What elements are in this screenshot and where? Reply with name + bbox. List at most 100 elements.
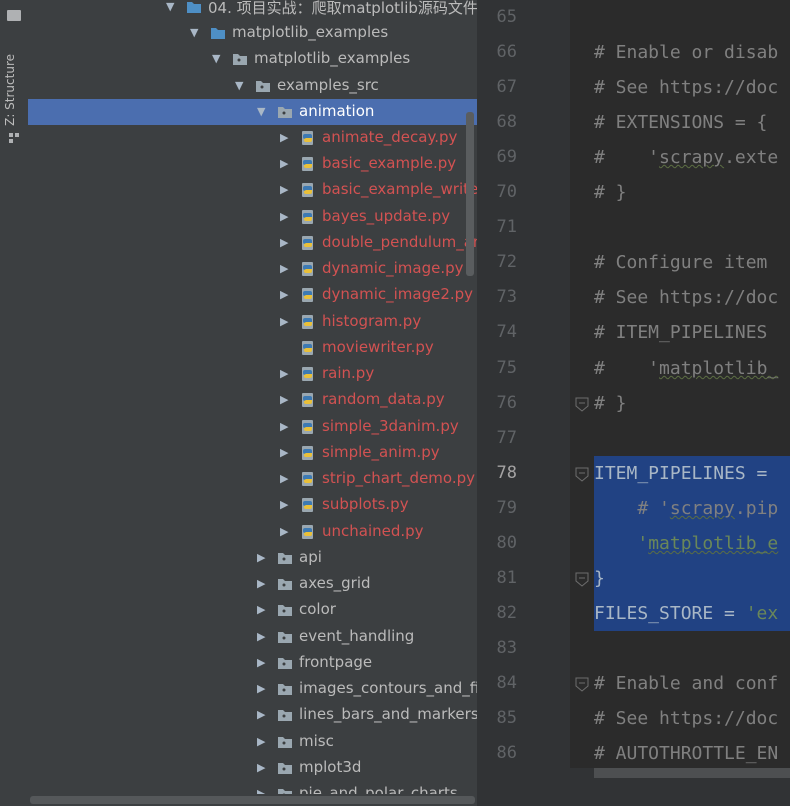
tree-file-item[interactable]: ▶ dynamic_image2.py bbox=[28, 282, 477, 308]
tree-file-item[interactable]: ▶ rain.py bbox=[28, 361, 477, 387]
code-line[interactable]: 68 # EXTENSIONS = { bbox=[477, 105, 790, 140]
code-line[interactable]: 71 bbox=[477, 210, 790, 245]
code-editor[interactable]: 65 66 # Enable or disab 67 # See https://doc… bbox=[477, 0, 790, 806]
code-line[interactable]: 85 # See https://doc bbox=[477, 701, 790, 736]
collapse-arrow-right-icon[interactable]: ▶ bbox=[280, 316, 292, 328]
code-line[interactable]: 74 # ITEM_PIPELINES bbox=[477, 315, 790, 350]
package-folder-icon bbox=[278, 605, 292, 616]
tree-folder-item[interactable]: ▶ lines_bars_and_markers bbox=[28, 702, 477, 728]
collapse-arrow-right-icon[interactable]: ▶ bbox=[280, 289, 292, 301]
tree-folder-item[interactable]: ▼ matplotlib_examples bbox=[28, 20, 477, 46]
tree-folder-item[interactable]: ▼ animation bbox=[28, 99, 477, 125]
collapse-arrow-right-icon[interactable]: ▶ bbox=[280, 184, 292, 196]
tree-folder-item[interactable]: ▶ color bbox=[28, 597, 477, 623]
tree-file-item[interactable]: ▶ strip_chart_demo.py bbox=[28, 466, 477, 492]
code-line[interactable]: 75 # 'matplotlib_ bbox=[477, 351, 790, 386]
tree-file-item[interactable]: ▶ histogram.py bbox=[28, 309, 477, 335]
file-name-label: unchained.py bbox=[322, 522, 424, 540]
collapse-arrow-right-icon[interactable]: ▶ bbox=[280, 499, 292, 511]
expand-arrow-down-icon[interactable]: ▼ bbox=[190, 27, 202, 39]
collapse-arrow-right-icon[interactable]: ▶ bbox=[257, 552, 269, 564]
code-line[interactable]: 80 'matplotlib_e bbox=[477, 526, 790, 561]
expand-arrow-down-icon[interactable]: ▼ bbox=[235, 80, 247, 92]
code-line[interactable]: 77 bbox=[477, 421, 790, 456]
structure-tab-label[interactable]: Z: Structure bbox=[3, 54, 25, 126]
code-line[interactable]: 78 ITEM_PIPELINES = bbox=[477, 456, 790, 491]
tree-file-item[interactable]: ▶ simple_anim.py bbox=[28, 440, 477, 466]
tree-file-item[interactable]: ▶ unchained.py bbox=[28, 519, 477, 545]
tree-file-item[interactable]: ▶ bayes_update.py bbox=[28, 204, 477, 230]
collapse-arrow-right-icon[interactable]: ▶ bbox=[257, 762, 269, 774]
fold-marker-icon[interactable] bbox=[574, 676, 590, 692]
tree-horizontal-scrollbar[interactable] bbox=[28, 794, 477, 806]
code-line[interactable]: 69 # 'scrapy.exte bbox=[477, 140, 790, 175]
folder-name-label: misc bbox=[299, 732, 334, 750]
tree-folder-item[interactable]: ▶ misc bbox=[28, 729, 477, 755]
fold-marker-icon[interactable] bbox=[574, 466, 590, 482]
tree-file-item[interactable]: ▶ basic_example_writer.py bbox=[28, 177, 477, 203]
expand-arrow-down-icon[interactable]: ▼ bbox=[166, 1, 178, 13]
collapse-arrow-right-icon[interactable]: ▶ bbox=[280, 526, 292, 538]
code-line[interactable]: 70 # } bbox=[477, 175, 790, 210]
code-line[interactable]: 76 # } bbox=[477, 386, 790, 421]
tree-folder-item[interactable]: ▶ images_contours_and_fields bbox=[28, 676, 477, 702]
collapse-arrow-right-icon[interactable]: ▶ bbox=[257, 604, 269, 616]
tree-folder-item[interactable]: ▼ 04. 项目实战：爬取matplotlib源码文件 bbox=[28, 0, 477, 20]
collapse-arrow-right-icon[interactable]: ▶ bbox=[280, 394, 292, 406]
structure-icon[interactable] bbox=[8, 132, 20, 144]
package-folder-icon bbox=[278, 710, 292, 721]
collapse-arrow-right-icon[interactable]: ▶ bbox=[280, 473, 292, 485]
collapse-arrow-right-icon[interactable]: ▶ bbox=[280, 421, 292, 433]
file-name-label: subplots.py bbox=[322, 495, 409, 513]
tree-folder-item[interactable]: ▶ frontpage bbox=[28, 650, 477, 676]
collapse-arrow-right-icon[interactable]: ▶ bbox=[280, 211, 292, 223]
tree-file-item[interactable]: ▶ dynamic_image.py bbox=[28, 256, 477, 282]
project-icon[interactable] bbox=[7, 10, 21, 21]
code-line[interactable]: 82 FILES_STORE = 'ex bbox=[477, 596, 790, 631]
collapse-arrow-right-icon[interactable]: ▶ bbox=[257, 631, 269, 643]
tree-folder-item[interactable]: ▶ axes_grid bbox=[28, 571, 477, 597]
tree-file-item[interactable]: ▶ subplots.py bbox=[28, 492, 477, 518]
tree-file-item[interactable]: ▶ basic_example.py bbox=[28, 151, 477, 177]
collapse-arrow-right-icon[interactable]: ▶ bbox=[280, 368, 292, 380]
python-file-icon bbox=[302, 157, 313, 171]
collapse-arrow-right-icon[interactable]: ▶ bbox=[280, 132, 292, 144]
code-line[interactable]: 66 # Enable or disab bbox=[477, 35, 790, 70]
tree-folder-item[interactable]: ▼ matplotlib_examples bbox=[28, 46, 477, 72]
tree-folder-item[interactable]: ▶ event_handling bbox=[28, 624, 477, 650]
collapse-arrow-right-icon[interactable]: ▶ bbox=[257, 657, 269, 669]
collapse-arrow-right-icon[interactable]: ▶ bbox=[257, 736, 269, 748]
expand-arrow-down-icon[interactable]: ▼ bbox=[257, 106, 269, 118]
code-line[interactable]: 84 # Enable and conf bbox=[477, 666, 790, 701]
source-folder-icon bbox=[187, 2, 201, 13]
collapse-arrow-right-icon[interactable]: ▶ bbox=[257, 709, 269, 721]
code-line[interactable]: 72 # Configure item bbox=[477, 245, 790, 280]
fold-marker-icon[interactable] bbox=[574, 396, 590, 412]
fold-marker-icon[interactable] bbox=[574, 571, 590, 587]
tree-folder-item[interactable]: ▼ examples_src bbox=[28, 73, 477, 99]
tree-file-item[interactable]: moviewriter.py bbox=[28, 335, 477, 361]
tree-folder-item[interactable]: ▶ mplot3d bbox=[28, 755, 477, 781]
code-line[interactable]: 67 # See https://doc bbox=[477, 70, 790, 105]
collapse-arrow-right-icon[interactable]: ▶ bbox=[257, 683, 269, 695]
collapse-arrow-right-icon[interactable]: ▶ bbox=[257, 578, 269, 590]
code-line[interactable]: 83 bbox=[477, 631, 790, 666]
expand-arrow-down-icon[interactable]: ▼ bbox=[212, 53, 224, 65]
collapse-arrow-right-icon[interactable]: ▶ bbox=[280, 237, 292, 249]
collapse-arrow-right-icon[interactable]: ▶ bbox=[280, 158, 292, 170]
tree-file-item[interactable]: ▶ double_pendulum_animated.py bbox=[28, 230, 477, 256]
collapse-arrow-right-icon[interactable]: ▶ bbox=[280, 447, 292, 459]
tree-file-item[interactable]: ▶ simple_3danim.py bbox=[28, 414, 477, 440]
code-line[interactable]: 79 # 'scrapy.pip bbox=[477, 491, 790, 526]
tree-file-item[interactable]: ▶ random_data.py bbox=[28, 387, 477, 413]
collapse-arrow-right-icon[interactable]: ▶ bbox=[280, 263, 292, 275]
code-line[interactable]: 86 # AUTOTHROTTLE_EN bbox=[477, 736, 790, 771]
tree-vertical-scrollbar[interactable] bbox=[466, 112, 474, 276]
code-line[interactable]: 73 # See https://doc bbox=[477, 280, 790, 315]
code-line[interactable]: 65 bbox=[477, 0, 790, 35]
code-line[interactable]: 81} bbox=[477, 561, 790, 596]
editor-horizontal-scrollbar[interactable] bbox=[477, 768, 790, 806]
tree-folder-item[interactable]: ▶ api bbox=[28, 545, 477, 571]
project-tree: ▼ 04. 项目实战：爬取matplotlib源码文件 ▼ matplotlib_ex… bbox=[28, 0, 477, 806]
tree-file-item[interactable]: ▶ animate_decay.py bbox=[28, 125, 477, 151]
